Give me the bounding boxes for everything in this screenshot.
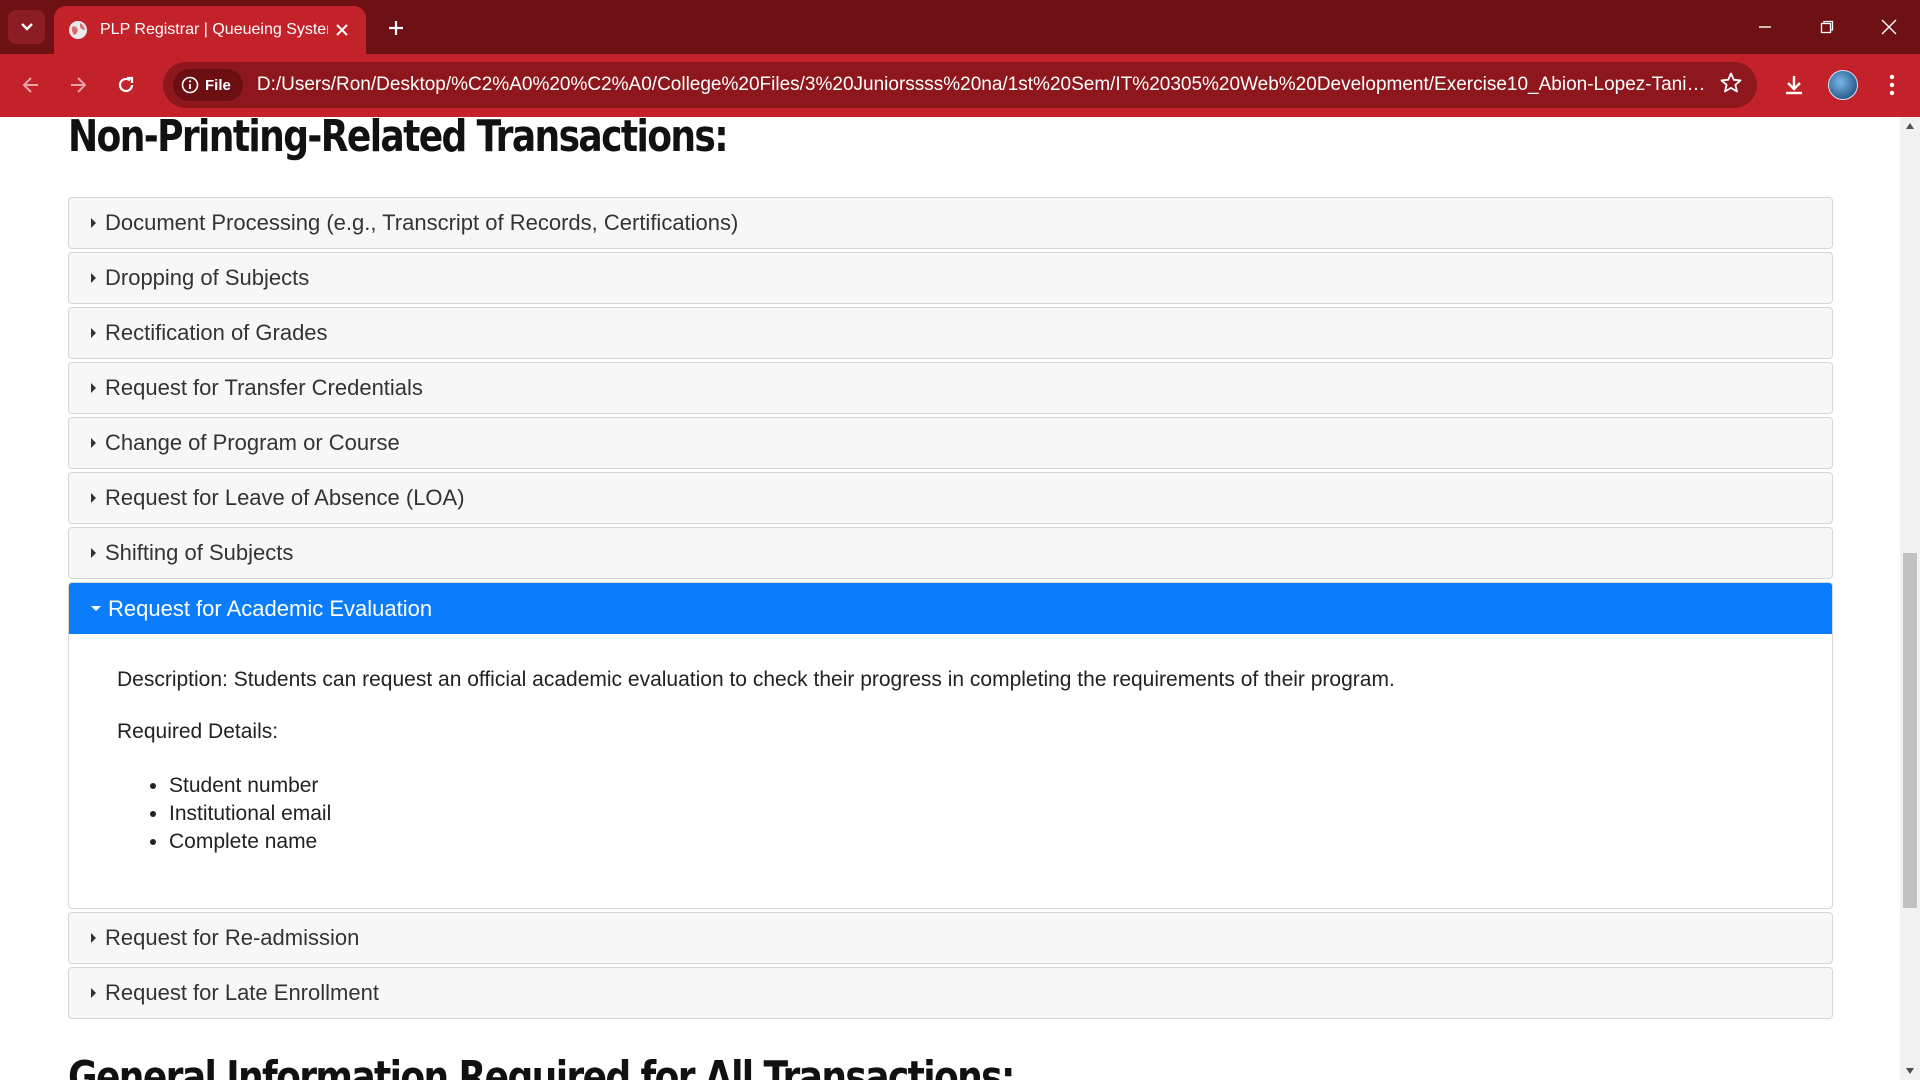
- close-window-button[interactable]: [1858, 0, 1920, 54]
- caret-right-icon: [91, 328, 96, 338]
- page-title: Non-Printing-Related Transactions:: [68, 117, 729, 162]
- minimize-icon: [1759, 26, 1771, 28]
- tab-title: PLP Registrar | Queueing System: [100, 21, 328, 38]
- next-section-title: General Information Required for All Tra…: [68, 1052, 1015, 1080]
- accordion-item: Request for Transfer Credentials: [68, 362, 1833, 414]
- required-details-heading: Required Details:: [117, 720, 279, 743]
- accordion-label: Dropping of Subjects: [105, 265, 310, 290]
- address-bar[interactable]: File D:/Users/Ron/Desktop/%C2%A0%20%C2%A…: [163, 62, 1757, 108]
- accordion-label: Document Processing (e.g., Transcript of…: [105, 210, 739, 235]
- accordion-body: Description: Students can request an off…: [69, 634, 1832, 908]
- scrollbar-thumb[interactable]: [1903, 553, 1917, 908]
- page-scrollbar[interactable]: [1900, 117, 1920, 1080]
- list-item: Complete name: [169, 828, 1786, 856]
- downloads-button[interactable]: [1775, 66, 1813, 104]
- list-item: Institutional email: [169, 800, 1786, 828]
- caret-right-icon: [91, 273, 96, 283]
- scroll-up-button[interactable]: [1900, 117, 1920, 135]
- caret-right-icon: [91, 383, 96, 393]
- download-icon: [1786, 76, 1802, 95]
- accordion-label: Request for Leave of Absence (LOA): [105, 485, 465, 510]
- caret-right-icon: [91, 548, 96, 558]
- accordion-label: Request for Transfer Credentials: [105, 375, 423, 400]
- restore-button[interactable]: [1796, 0, 1858, 54]
- accordion-label: Change of Program or Course: [105, 430, 400, 455]
- accordion-item: Dropping of Subjects: [68, 252, 1833, 304]
- active-tab[interactable]: PLP Registrar | Queueing System: [54, 6, 366, 54]
- transactions-accordion: Document Processing (e.g., Transcript of…: [68, 197, 1833, 1022]
- forward-button[interactable]: [59, 66, 97, 104]
- url-text[interactable]: D:/Users/Ron/Desktop/%C2%A0%20%C2%A0/Col…: [257, 74, 1707, 96]
- plus-icon: [389, 21, 403, 35]
- info-icon: [181, 76, 199, 94]
- required-details-list: Student number Institutional email Compl…: [117, 772, 1786, 856]
- file-chip-label: File: [205, 76, 231, 94]
- restore-icon: [1820, 20, 1834, 34]
- caret-right-icon: [91, 933, 96, 943]
- caret-right-icon: [91, 493, 96, 503]
- tab-close-button[interactable]: [328, 16, 356, 44]
- accordion-label: Request for Academic Evaluation: [108, 595, 433, 621]
- minimize-button[interactable]: [1734, 0, 1796, 54]
- accordion-header-academic-evaluation[interactable]: Request for Academic Evaluation: [69, 583, 1832, 634]
- browser-toolbar: File D:/Users/Ron/Desktop/%C2%A0%20%C2%A…: [0, 54, 1920, 117]
- close-icon: [336, 24, 348, 36]
- star-icon: [1720, 72, 1742, 93]
- kebab-menu-icon: [1889, 74, 1895, 96]
- accordion-item: Rectification of Grades: [68, 307, 1833, 359]
- accordion-item: Request for Leave of Absence (LOA): [68, 472, 1833, 524]
- tab-search-button[interactable]: [8, 10, 45, 44]
- arrow-left-icon: [22, 77, 38, 93]
- accordion-item: Shifting of Subjects: [68, 527, 1833, 579]
- accordion-label: Rectification of Grades: [105, 320, 328, 345]
- accordion-label: Request for Late Enrollment: [105, 980, 379, 1005]
- bookmark-star-button[interactable]: [1719, 71, 1743, 100]
- accordion-item: Document Processing (e.g., Transcript of…: [68, 197, 1833, 249]
- caret-right-icon: [91, 438, 96, 448]
- menu-button[interactable]: [1873, 66, 1911, 104]
- accordion-label: Shifting of Subjects: [105, 540, 294, 565]
- close-icon: [1881, 19, 1897, 35]
- triangle-up-icon: [1906, 123, 1914, 129]
- accordion-header-shifting-of-subjects[interactable]: Shifting of Subjects: [69, 528, 1832, 578]
- accordion-item: Request for Late Enrollment: [68, 967, 1833, 1019]
- accordion-header-document-processing[interactable]: Document Processing (e.g., Transcript of…: [69, 198, 1832, 248]
- accordion-header-change-of-program[interactable]: Change of Program or Course: [69, 418, 1832, 468]
- caret-right-icon: [91, 988, 96, 998]
- site-info-chip[interactable]: File: [173, 69, 243, 101]
- new-tab-button[interactable]: [380, 12, 412, 44]
- accordion-label: Request for Re-admission: [105, 925, 360, 950]
- accordion-header-transfer-credentials[interactable]: Request for Transfer Credentials: [69, 363, 1832, 413]
- accordion-header-late-enrollment[interactable]: Request for Late Enrollment: [69, 968, 1832, 1018]
- accordion-item: Request for Re-admission: [68, 912, 1833, 964]
- accordion-item-expanded: Request for Academic Evaluation Descript…: [68, 582, 1833, 909]
- avatar: [1828, 70, 1858, 100]
- tab-strip: PLP Registrar | Queueing System: [0, 0, 1920, 54]
- scroll-down-button[interactable]: [1900, 1062, 1920, 1080]
- triangle-down-icon: [1906, 1068, 1914, 1074]
- arrow-right-icon: [71, 77, 87, 93]
- accordion-header-leave-of-absence[interactable]: Request for Leave of Absence (LOA): [69, 473, 1832, 523]
- page-viewport: Non-Printing-Related Transactions: Docum…: [0, 117, 1900, 1080]
- back-button[interactable]: [12, 66, 50, 104]
- profile-button[interactable]: [1824, 66, 1862, 104]
- reload-icon: [118, 76, 134, 93]
- reload-button[interactable]: [107, 66, 145, 104]
- chevron-down-icon: [20, 23, 33, 31]
- transaction-description: Description: Students can request an off…: [117, 668, 1395, 691]
- accordion-header-rectification-of-grades[interactable]: Rectification of Grades: [69, 308, 1832, 358]
- caret-down-icon: [91, 606, 101, 611]
- list-item: Student number: [169, 772, 1786, 800]
- accordion-header-dropping-of-subjects[interactable]: Dropping of Subjects: [69, 253, 1832, 303]
- accordion-item: Change of Program or Course: [68, 417, 1833, 469]
- accordion-header-re-admission[interactable]: Request for Re-admission: [69, 913, 1832, 963]
- globe-icon: [69, 21, 87, 39]
- caret-right-icon: [91, 218, 96, 228]
